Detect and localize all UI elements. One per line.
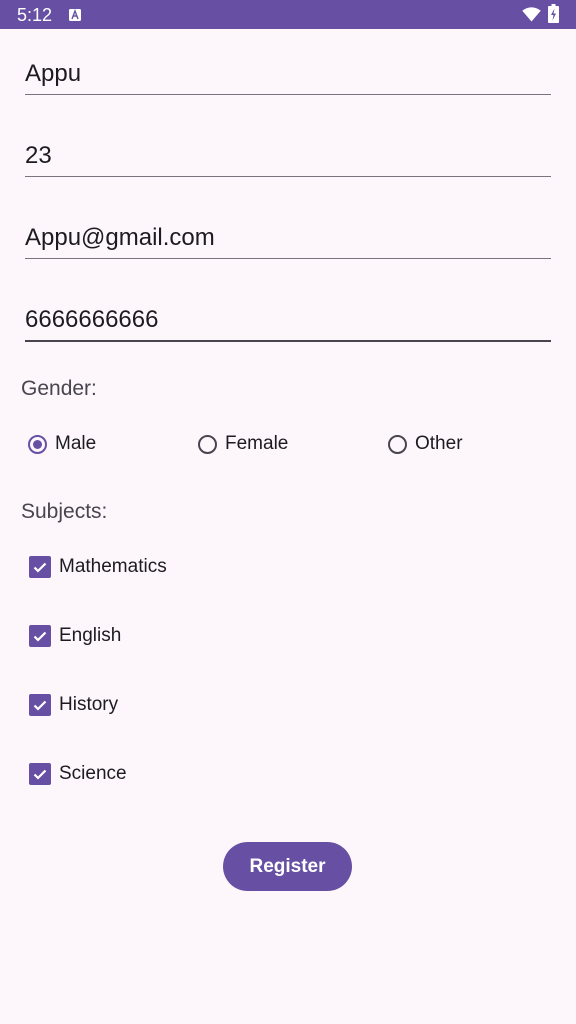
subject-checkbox-mathematics[interactable]: Mathematics bbox=[29, 547, 167, 587]
subject-checkbox-science[interactable]: Science bbox=[29, 754, 127, 794]
status-time: 5:12 bbox=[17, 5, 53, 25]
wifi-icon bbox=[522, 6, 541, 22]
gender-label: Gender: bbox=[21, 377, 97, 400]
email-field[interactable]: Appu@gmail.com bbox=[25, 218, 551, 259]
status-bar: 5:12 bbox=[0, 0, 576, 29]
gender-option-label: Other bbox=[415, 433, 463, 454]
accessibility-a-icon bbox=[69, 8, 81, 21]
subject-label: English bbox=[59, 625, 122, 646]
subject-checkbox-english[interactable]: English bbox=[29, 616, 121, 656]
radio-selected-icon[interactable] bbox=[28, 434, 47, 454]
subject-checkbox-history[interactable]: History bbox=[29, 685, 118, 725]
checkbox-checked-icon[interactable] bbox=[29, 556, 51, 578]
name-field[interactable]: Appu bbox=[25, 54, 551, 95]
checkbox-checked-icon[interactable] bbox=[29, 763, 51, 785]
subjects-label: Subjects: bbox=[21, 500, 108, 523]
gender-option-label: Female bbox=[225, 433, 289, 454]
checkbox-checked-icon[interactable] bbox=[29, 625, 51, 647]
checkbox-checked-icon[interactable] bbox=[29, 694, 51, 716]
subject-label: History bbox=[59, 694, 119, 715]
gender-option-female[interactable]: Female bbox=[194, 424, 288, 464]
age-field[interactable]: 23 bbox=[25, 136, 551, 177]
gender-option-other[interactable]: Other bbox=[384, 424, 463, 464]
radio-unselected-icon[interactable] bbox=[198, 434, 217, 454]
subject-label: Mathematics bbox=[59, 556, 167, 577]
battery-charging-icon bbox=[548, 4, 559, 23]
gender-option-male[interactable]: Male bbox=[24, 424, 96, 464]
gender-radio-group: Male Female Other bbox=[24, 424, 564, 464]
radio-unselected-icon[interactable] bbox=[388, 434, 407, 454]
phone-field[interactable]: 6666666666 bbox=[25, 300, 551, 342]
register-button[interactable]: Register bbox=[223, 842, 352, 891]
gender-option-label: Male bbox=[55, 433, 97, 454]
subject-label: Science bbox=[59, 763, 127, 784]
